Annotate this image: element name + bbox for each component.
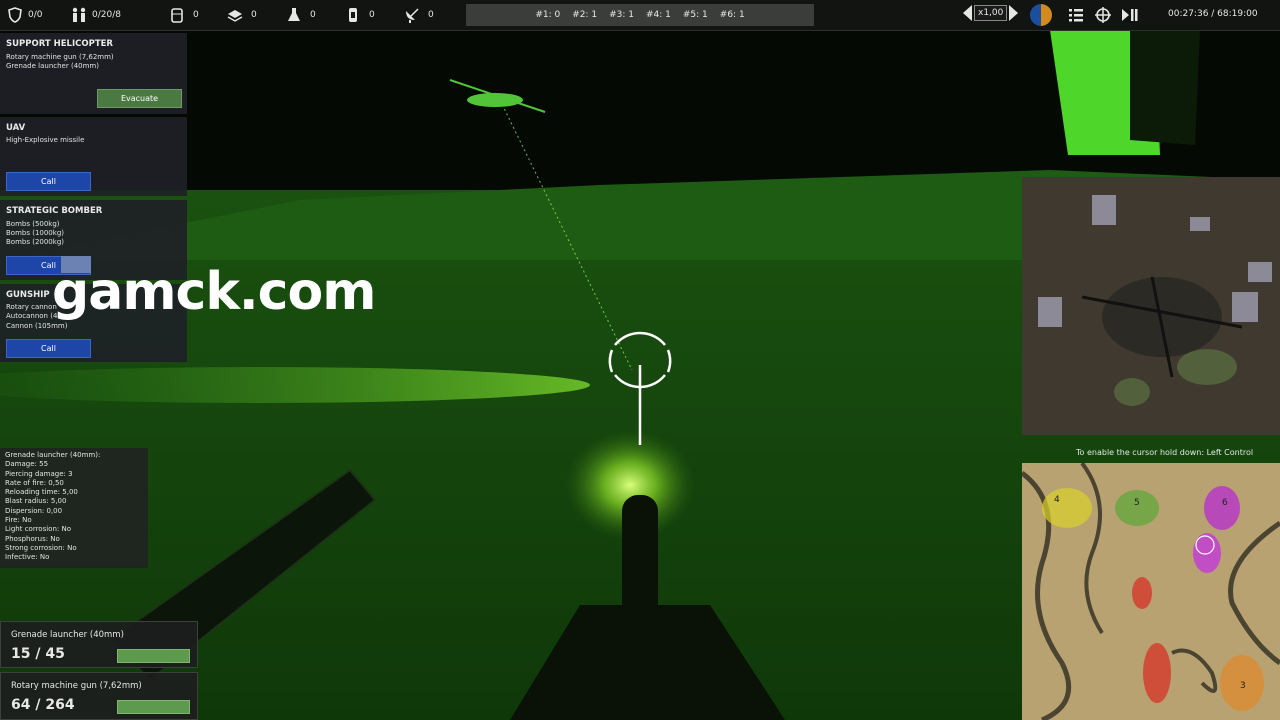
res-soldiers-value: 0/20/8 [92, 10, 121, 20]
stat-line: Blast radius: 5,00 [5, 497, 67, 506]
ammo-count: 15 / 45 [11, 646, 65, 662]
stat-line: Dispersion: 0,00 [5, 506, 63, 515]
gunship-call-button[interactable]: Call [6, 339, 91, 358]
squad-counter[interactable]: #6: 1 [720, 10, 745, 20]
res-canister: 0 [344, 6, 375, 24]
res-layers-value: 0 [251, 10, 257, 20]
soldiers-icon [72, 7, 86, 22]
reload-bar [117, 649, 190, 663]
stat-line: Reloading time: 5,00 [5, 488, 78, 497]
panel-title: UAV [6, 123, 26, 133]
minimap-label: 3 [1240, 681, 1246, 691]
res-canister-value: 0 [369, 10, 375, 20]
watermark: gamck.com [52, 262, 376, 322]
squad-counter[interactable]: #1: 0 [535, 10, 560, 20]
layers-icon [227, 10, 243, 22]
weapon-name: Rotary machine gun (7,62mm) [11, 681, 142, 691]
res-flask-value: 0 [310, 10, 316, 20]
mission-clock: 00:27:36 / 68:19:00 [1168, 9, 1258, 19]
list-menu-icon[interactable] [1067, 6, 1085, 24]
squad-counter[interactable]: #4: 1 [646, 10, 671, 20]
ammo-count: 64 / 264 [11, 697, 75, 713]
minimap-label: 5 [1134, 498, 1140, 508]
canister-icon [349, 8, 357, 22]
uav-panel: UAV High-Explosive missile Call [0, 117, 187, 196]
panel-weapon-line: Cannon (105mm) [6, 322, 68, 330]
minimap[interactable]: 4 5 6 3 [1022, 463, 1280, 720]
day-night-indicator-icon [1030, 4, 1052, 26]
cursor-hint: To enable the cursor hold down: Left Con… [1076, 448, 1254, 457]
panel-title: SUPPORT HELICOPTER [6, 39, 113, 49]
stat-line: Phosphorus: No [5, 534, 60, 543]
weapon-name: Grenade launcher (40mm) [11, 630, 124, 640]
panel-weapon-line: Bombs (2000kg) [6, 238, 64, 246]
panel-title: STRATEGIC BOMBER [6, 206, 103, 216]
res-shield: 0/0 [6, 6, 42, 24]
squad-counter[interactable]: #2: 1 [572, 10, 597, 20]
camera-terrain [1022, 177, 1280, 435]
flask-icon [288, 8, 300, 21]
panel-weapon-line: High-Explosive missile [6, 136, 85, 144]
speed-value: x1,00 [974, 5, 1008, 21]
speed-increase-icon[interactable] [1009, 5, 1019, 21]
panel-weapon-line: Bombs (500kg) [6, 220, 60, 228]
stat-line: Grenade launcher (40mm): [5, 451, 101, 459]
satellite-dish-icon [406, 8, 419, 23]
play-pause-icon[interactable] [1120, 6, 1138, 24]
stat-line: Light corrosion: No [5, 525, 72, 534]
panel-weapon-line: Rotary machine gun (7,62mm) [6, 53, 114, 61]
squad-counter[interactable]: #3: 1 [609, 10, 634, 20]
res-shield-value: 0/0 [28, 10, 43, 20]
weapon-slot-grenade[interactable]: Grenade launcher (40mm) 15 / 45 [0, 621, 198, 668]
evacuate-button[interactable]: Evacuate [97, 89, 182, 108]
res-satellite: 0 [403, 6, 434, 24]
game-speed-control: x1,00 [963, 5, 1019, 21]
minimap-label: 4 [1054, 495, 1060, 505]
reload-bar [117, 700, 190, 714]
shield-icon [8, 7, 22, 23]
top-resource-bar: 0/0 0/20/8 0 0 0 0 0 #1: 0 #2: 1 #3: 1 #… [0, 0, 1280, 31]
panel-weapon-line: Grenade launcher (40mm) [6, 62, 99, 70]
speed-decrease-icon[interactable] [963, 5, 972, 21]
stat-line: Infective: No [5, 553, 50, 562]
squad-counter[interactable]: #5: 1 [683, 10, 708, 20]
helicopter-camera-view [1022, 177, 1280, 435]
res-barrel: 0 [168, 6, 199, 24]
weapon-stats-panel: Grenade launcher (40mm): Damage: 55 Pier… [0, 448, 148, 568]
stat-line: Fire: No [5, 516, 32, 525]
stat-line: Strong corrosion: No [5, 543, 77, 552]
stat-line: Damage: 55 [5, 460, 49, 469]
res-soldiers: 0/20/8 [70, 6, 121, 24]
minimap-label: 6 [1222, 498, 1228, 508]
res-barrel-value: 0 [193, 10, 199, 20]
panel-title: GUNSHIP [6, 290, 50, 300]
res-layers: 0 [226, 6, 257, 24]
res-flask: 0 [285, 6, 316, 24]
crosshair-target-icon[interactable] [1094, 6, 1112, 24]
stat-line: Rate of fire: 0,50 [5, 478, 64, 487]
stat-line: Piercing damage: 3 [5, 469, 73, 478]
squad-counters: #1: 0 #2: 1 #3: 1 #4: 1 #5: 1 #6: 1 [466, 4, 814, 26]
res-satellite-value: 0 [428, 10, 434, 20]
panel-weapon-line: Bombs (1000kg) [6, 229, 64, 237]
weapon-slot-minigun[interactable]: Rotary machine gun (7,62mm) 64 / 264 [0, 672, 198, 720]
support-helicopter-panel: SUPPORT HELICOPTER Rotary machine gun (7… [0, 33, 187, 114]
uav-call-button[interactable]: Call [6, 172, 91, 191]
barrel-icon [171, 8, 183, 23]
panel-weapon-line: Rotary cannon [6, 303, 57, 311]
